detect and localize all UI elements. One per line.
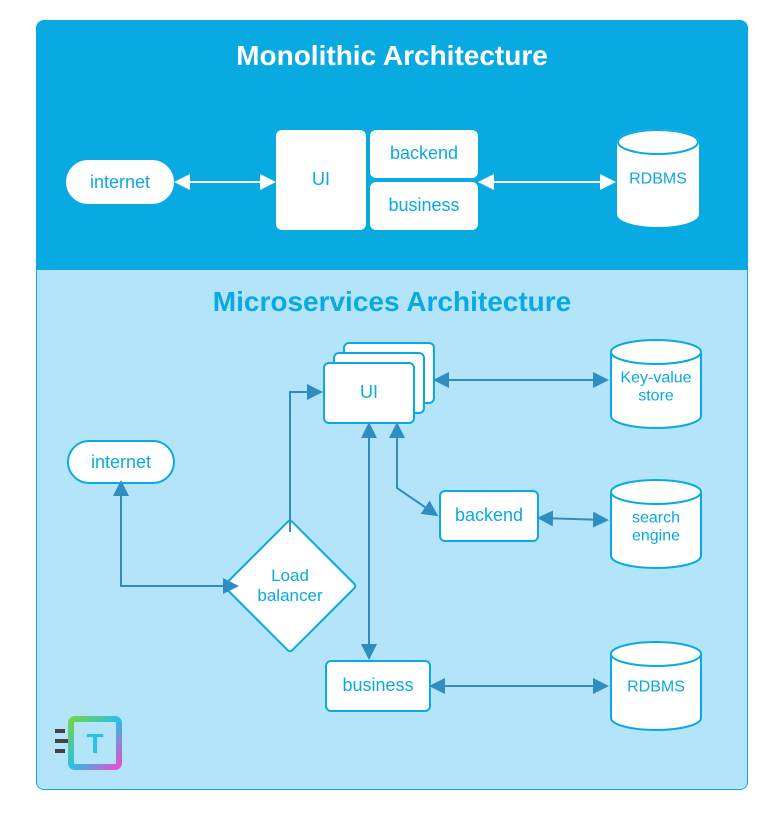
mono-internet-node: internet xyxy=(66,160,174,204)
arrow-mono-internet-ui xyxy=(174,172,276,192)
monolithic-title: Monolithic Architecture xyxy=(36,40,748,72)
ms-backend-label: backend xyxy=(455,505,523,527)
microservices-title: Microservices Architecture xyxy=(37,286,747,318)
mono-rdbms-node: RDBMS xyxy=(616,128,700,228)
ms-load-balancer-label: Load balancer xyxy=(242,566,338,607)
mono-rdbms-label: RDBMS xyxy=(616,171,700,189)
mono-backend-label: backend xyxy=(390,143,458,165)
ms-ui-label: UI xyxy=(360,382,378,404)
brand-logo: T xyxy=(55,715,125,771)
arrow-mono-cluster-db xyxy=(478,172,616,192)
ms-business-node: business xyxy=(325,660,431,712)
mono-business-label: business xyxy=(388,195,459,217)
ms-rdbms-label: RDBMS xyxy=(609,679,703,697)
mono-internet-label: internet xyxy=(90,172,150,193)
ms-business-label: business xyxy=(342,675,413,697)
architecture-diagram: Monolithic Architecture internet UI back… xyxy=(0,0,784,814)
ms-rdbms-node: RDBMS xyxy=(609,640,703,732)
mono-backend-node: backend xyxy=(370,130,478,178)
mono-business-node: business xyxy=(370,182,478,230)
monolithic-panel: Monolithic Architecture internet UI back… xyxy=(36,20,748,270)
ms-internet-label: internet xyxy=(91,452,151,473)
ms-ui-node: UI xyxy=(323,362,415,424)
ms-kv-label: Key-value store xyxy=(609,369,703,406)
ms-internet-node: internet xyxy=(67,440,175,484)
logo-letter: T xyxy=(86,728,103,759)
ms-search-node: search engine xyxy=(609,478,703,570)
mono-ui-node: UI xyxy=(276,130,366,230)
microservices-panel: Microservices Architecture internet Load… xyxy=(36,270,748,790)
mono-ui-label: UI xyxy=(312,169,330,191)
ms-load-balancer-node: Load balancer xyxy=(242,538,338,634)
ms-search-label: search engine xyxy=(609,509,703,546)
ms-kv-node: Key-value store xyxy=(609,338,703,430)
ms-backend-node: backend xyxy=(439,490,539,542)
